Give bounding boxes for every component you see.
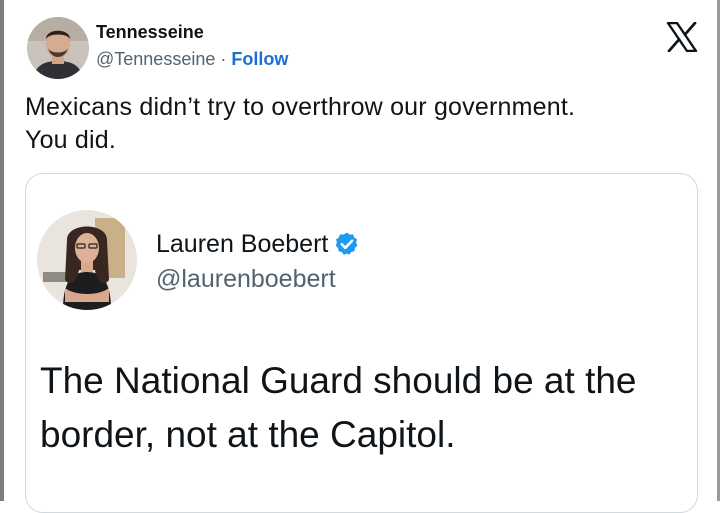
quoted-author-name[interactable]: Lauren Boebert bbox=[156, 230, 328, 259]
quoted-author-handle[interactable]: @laurenboebert bbox=[156, 265, 336, 294]
author-meta: @Tennesseine · Follow bbox=[96, 49, 288, 70]
tweet-text: Mexicans didn’t try to overthrow our gov… bbox=[25, 91, 705, 157]
quoted-author-row: Lauren Boebert bbox=[156, 229, 360, 259]
quoted-author-avatar[interactable] bbox=[37, 210, 137, 310]
quoted-tweet-text: The National Guard should be at the bord… bbox=[40, 354, 700, 462]
follow-button[interactable]: Follow bbox=[231, 49, 288, 69]
x-logo-icon[interactable] bbox=[666, 21, 698, 53]
screenshot-left-edge bbox=[0, 0, 4, 501]
meta-separator: · bbox=[220, 49, 227, 69]
quoted-tweet-card[interactable] bbox=[25, 173, 698, 513]
author-avatar[interactable] bbox=[27, 17, 89, 79]
quoted-tweet-text-line: border, not at the Capitol. bbox=[40, 414, 456, 455]
author-name[interactable]: Tennesseine bbox=[96, 22, 204, 43]
tweet-text-line: You did. bbox=[25, 126, 117, 154]
author-handle[interactable]: @Tennesseine bbox=[96, 49, 215, 69]
quoted-tweet-text-line: The National Guard should be at the bbox=[40, 360, 637, 401]
verified-badge-icon bbox=[335, 232, 358, 255]
tweet-text-line: Mexicans didn’t try to overthrow our gov… bbox=[25, 93, 576, 121]
